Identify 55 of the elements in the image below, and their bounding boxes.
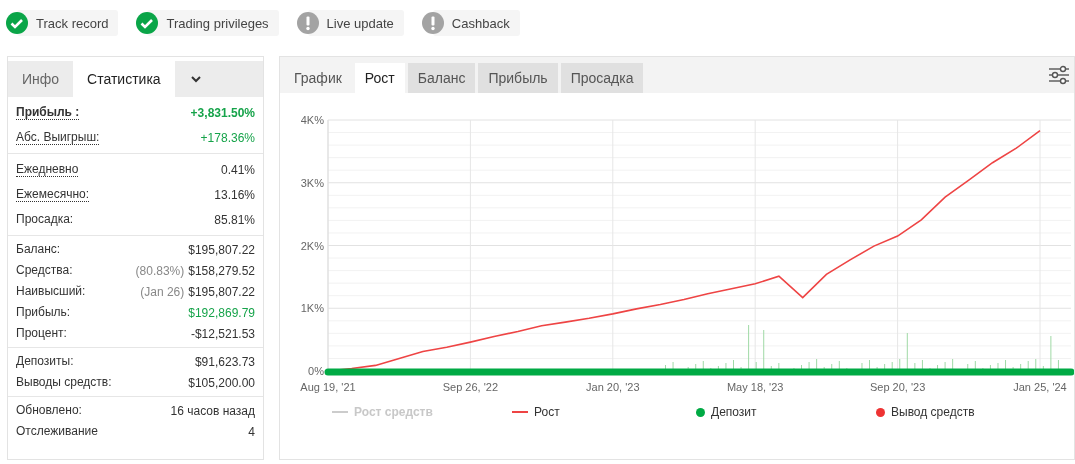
- stat-label: Отслеживание: [16, 424, 98, 439]
- tab[interactable]: Прибыль: [478, 63, 558, 93]
- stat-value: $195,807.22: [188, 284, 255, 299]
- stat-label: Процент:: [16, 326, 67, 341]
- axis-label: 1K%: [300, 302, 324, 315]
- stat-value: 4: [248, 424, 255, 439]
- status-badge: Trading privileges: [147, 10, 279, 36]
- tab[interactable]: Просадка: [560, 63, 644, 93]
- legend-label[interactable]: Вывод средств: [891, 405, 975, 419]
- stat-label: Средства:: [16, 263, 73, 278]
- stat-value: $192,869.79: [188, 305, 255, 320]
- stat-label: Абс. Выигрыш:: [16, 130, 100, 145]
- axis-label: Jan 25, '24: [1013, 381, 1067, 393]
- tab[interactable]: Рост: [354, 63, 405, 93]
- stat-value: $195,807.22: [188, 242, 255, 257]
- axis-label: Sep 26, '22: [442, 381, 499, 393]
- stat-label: Ежемесячно:: [16, 187, 89, 202]
- stat-label: Депозиты:: [16, 354, 74, 369]
- legend-label[interactable]: Депозит: [711, 405, 757, 419]
- legend-label[interactable]: Рост: [534, 405, 560, 419]
- stat-value: -$12,521.53: [190, 326, 255, 341]
- stat-note: (Jan 26): [140, 284, 185, 299]
- stat-label: Просадка:: [16, 212, 74, 227]
- caret-icon[interactable]: [190, 75, 201, 83]
- stat-label: Баланс:: [16, 242, 61, 257]
- stat-value: 0.41%: [220, 162, 255, 177]
- stat-value: 85.81%: [214, 212, 255, 227]
- axis-label: Jan 20, '23: [586, 381, 640, 393]
- settings-icon[interactable]: [1048, 65, 1070, 85]
- axis-label: Aug 19, '21: [300, 381, 356, 393]
- status-badge: Track record: [17, 10, 119, 36]
- axis-label: 2K%: [300, 239, 324, 252]
- stat-value: 16 часов назад: [170, 403, 255, 418]
- tab[interactable]: График: [284, 63, 352, 93]
- axis-label: 0%: [308, 365, 324, 377]
- tab[interactable]: Статистика: [73, 61, 175, 97]
- axis-label: 3K%: [300, 176, 324, 189]
- axis-label: Sep 20, '23: [869, 381, 926, 393]
- stat-label: Прибыль :: [16, 105, 80, 120]
- stat-label: Прибыль:: [16, 305, 71, 320]
- stat-value: $105,200.00: [188, 375, 255, 390]
- stat-value: 13.16%: [214, 187, 255, 202]
- stat-note: (80.83%): [135, 263, 185, 278]
- stat-label: Обновлено:: [16, 403, 82, 418]
- tab[interactable]: Баланс: [407, 63, 476, 93]
- stat-value: +3,831.50%: [190, 105, 255, 120]
- stat-value: $158,279.52: [188, 263, 255, 278]
- stat-label: Ежедневно: [16, 162, 79, 177]
- stat-value: $91,623.73: [194, 354, 255, 369]
- stat-label: Выводы средств:: [16, 375, 112, 390]
- tab[interactable]: Инфо: [8, 61, 74, 97]
- stat-value: +178.36%: [200, 130, 255, 145]
- axis-label: 4K%: [300, 114, 324, 126]
- axis-label: May 18, '23: [726, 381, 784, 393]
- stat-label: Наивысший:: [16, 284, 86, 299]
